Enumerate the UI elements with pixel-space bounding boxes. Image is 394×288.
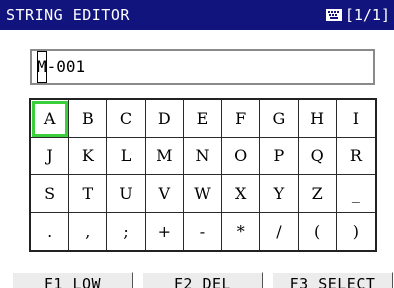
key-3-4[interactable]: - bbox=[184, 212, 223, 250]
key-1-2[interactable]: L bbox=[107, 137, 146, 175]
key-2-6[interactable]: Y bbox=[260, 175, 299, 213]
key-0-6[interactable]: G bbox=[260, 100, 299, 138]
key-0-7[interactable]: H bbox=[298, 100, 337, 138]
window-title: STRING EDITOR bbox=[6, 6, 130, 24]
key-1-7[interactable]: Q bbox=[298, 137, 337, 175]
key-3-3[interactable]: + bbox=[146, 212, 184, 250]
key-2-7[interactable]: Z bbox=[298, 175, 337, 213]
key-3-5[interactable]: * bbox=[222, 212, 261, 250]
function-key-bar: F1 LOW F2 DEL F3 SELECT bbox=[0, 272, 394, 288]
text-cursor-char: M bbox=[37, 51, 47, 83]
key-1-6[interactable]: P bbox=[260, 137, 299, 175]
key-3-0[interactable]: . bbox=[31, 212, 70, 250]
key-0-8[interactable]: I bbox=[336, 100, 375, 138]
key-2-2[interactable]: U bbox=[107, 175, 146, 213]
key-3-8[interactable]: ) bbox=[337, 213, 375, 251]
f3-select-button[interactable]: F3 SELECT bbox=[272, 272, 393, 288]
character-keyboard: A B C D E F G H I J K L M N O P Q R S T U V W X Y Z _.,; + - * /() bbox=[29, 98, 377, 252]
key-3-2[interactable]: ; bbox=[107, 212, 146, 250]
key-0-5[interactable]: F bbox=[222, 100, 261, 138]
f1-low-button[interactable]: F1 LOW bbox=[12, 272, 133, 288]
key-3-6[interactable]: / bbox=[260, 212, 299, 250]
key-0-0[interactable]: A bbox=[31, 100, 70, 138]
key-3-1[interactable]: , bbox=[69, 212, 108, 250]
key-1-4[interactable]: N bbox=[183, 137, 223, 175]
string-editor-screen: STRING EDITOR [1/1] M-001 ABCDEFGHIJKLMN… bbox=[0, 0, 394, 288]
key-2-4[interactable]: W bbox=[183, 175, 223, 213]
key-1-1[interactable]: K bbox=[69, 137, 108, 175]
key-0-2[interactable]: C bbox=[107, 100, 146, 138]
key-3-7[interactable]: ( bbox=[299, 212, 337, 250]
key-0-3[interactable]: D bbox=[145, 100, 184, 138]
key-2-5[interactable]: X bbox=[222, 175, 261, 213]
key-1-3[interactable]: M bbox=[145, 137, 184, 175]
input-value-text: -001 bbox=[46, 57, 86, 76]
title-right-group: [1/1] bbox=[325, 0, 390, 30]
key-2-3[interactable]: V bbox=[145, 175, 184, 213]
title-bar: STRING EDITOR [1/1] bbox=[0, 0, 394, 30]
f2-del-button[interactable]: F2 DEL bbox=[142, 272, 263, 288]
page-indicator: [1/1] bbox=[344, 6, 390, 24]
key-1-0[interactable]: J bbox=[31, 137, 70, 175]
string-input-field[interactable]: M-001 bbox=[30, 49, 375, 85]
key-0-1[interactable]: B bbox=[69, 100, 108, 138]
key-2-0[interactable]: S bbox=[31, 175, 70, 213]
key-2-1[interactable]: T bbox=[69, 175, 108, 213]
key-0-4[interactable]: E bbox=[183, 100, 223, 138]
keyboard-icon bbox=[325, 9, 342, 21]
key-2-8[interactable]: _ bbox=[336, 175, 375, 213]
key-1-8[interactable]: R bbox=[336, 138, 375, 175]
key-1-5[interactable]: O bbox=[222, 137, 261, 175]
